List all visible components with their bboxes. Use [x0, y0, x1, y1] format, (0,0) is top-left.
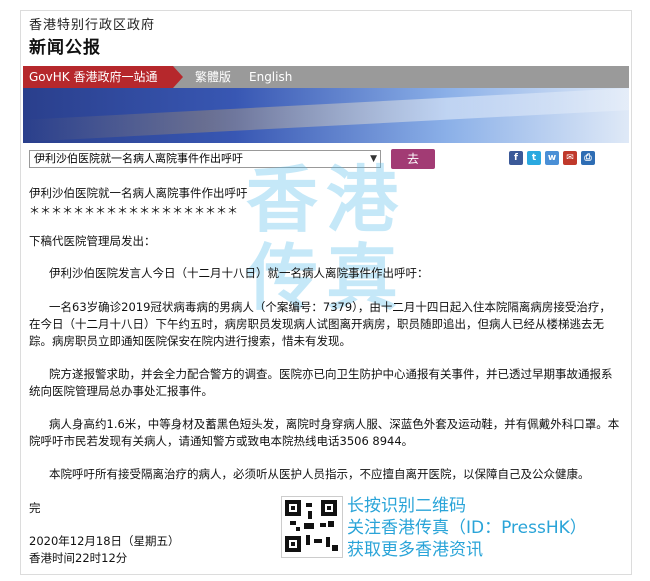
paragraph-3-line-1: 院方遂报警求助，并会全力配合警方的调查。医院亦已向卫生防护中心通报有关事件，并已… [49, 367, 613, 381]
govhk-link[interactable]: GovHK 香港政府一站通 [23, 66, 183, 88]
twitter-icon[interactable]: t [527, 151, 541, 165]
header-banner [23, 88, 629, 143]
release-date: 2020年12月18日（星期五） [29, 534, 180, 548]
watermark: 香港 传真 [245, 158, 406, 320]
article-select-value: 伊利沙伯医院就一名病人离院事件作出呼吁 [34, 152, 243, 165]
press-release-window: 香港特别行政区政府 新闻公报 GovHK 香港政府一站通 繁體版 English… [20, 10, 632, 575]
paragraph-4-line-2: 院呼吁市民若发现有关病人，请通知警方或致电本院热线电话3506 8944。 [29, 434, 414, 448]
paragraph-4-line-1: 病人身高约1.6米，中等身材及蓄黑色短头发，离院时身穿病人服、深蓝色外套及运动鞋… [49, 417, 620, 431]
release-time: 香港时间22时12分 [29, 551, 128, 565]
promo-block: 长按识别二维码 关注香港传真（ID：PressHK） 获取更多香港资讯 [347, 495, 587, 561]
paragraph-1: 伊利沙伯医院发言人今日（十二月十八日）就一名病人离院事件作出呼吁： [49, 266, 429, 280]
headline-stars: ＊＊＊＊＊＊＊＊＊＊＊＊＊＊＊＊＊＊＊ [29, 204, 238, 217]
promo-line-3: 获取更多香港资讯 [347, 540, 483, 560]
paragraph-3-line-2: 统向医院管理局总办事处汇报事件。 [29, 384, 213, 398]
top-navbar: GovHK 香港政府一站通 繁體版 English [23, 66, 629, 88]
promo-line-1: 长按识别二维码 [347, 496, 466, 516]
paragraph-2-line-2: 在今日（十二月十八日）下午约五时，病房职员发现病人试图离开病房，职员随即追出，但… [29, 317, 604, 331]
government-name: 香港特别行政区政府 [29, 18, 156, 33]
english-link[interactable]: English [249, 66, 292, 88]
facebook-icon[interactable]: f [509, 151, 523, 165]
article-headline: 伊利沙伯医院就一名病人离院事件作出呼吁 [29, 186, 248, 200]
end-mark: 完 [29, 501, 41, 515]
promo-line-2: 关注香港传真（ID：PressHK） [347, 518, 587, 538]
banner-stripe [23, 88, 629, 142]
email-icon[interactable]: ✉ [563, 151, 577, 165]
paragraph-5: 本院呼吁所有接受隔离治疗的病人，必须听从医护人员指示，不应擅自离开医院，以保障自… [49, 467, 590, 481]
page-frame: 香港特别行政区政府 新闻公报 GovHK 香港政府一站通 繁體版 English… [0, 0, 650, 581]
qr-code [281, 496, 343, 558]
traditional-chinese-link[interactable]: 繁體版 [195, 66, 231, 88]
paragraph-2-line-3: 踪。病房职员立即通知医院保安在院内进行搜索，惜未有发现。 [29, 334, 351, 348]
paragraph-2-line-1: 一名63岁确诊2019冠状病毒病的男病人（个案编号：7379），由十二月十四日起… [49, 300, 611, 314]
page-title: 新闻公报 [29, 38, 101, 58]
print-icon[interactable]: ⎙ [581, 151, 595, 165]
intro-line: 下稿代医院管理局发出： [29, 234, 156, 248]
weibo-icon[interactable]: w [545, 151, 559, 165]
